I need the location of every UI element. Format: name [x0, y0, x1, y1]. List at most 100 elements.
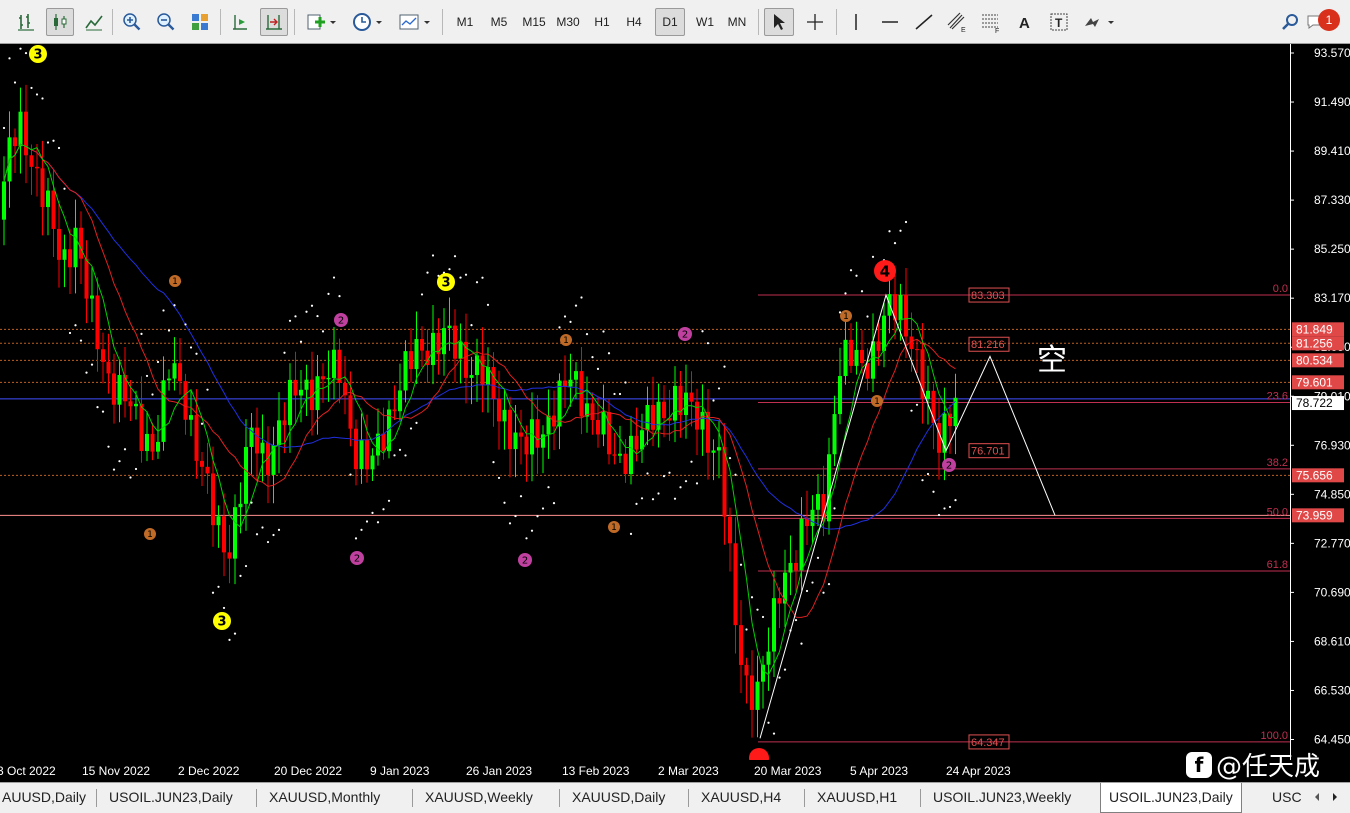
tile-windows-icon[interactable] [186, 8, 214, 36]
candle [739, 600, 743, 694]
timeframe-h1[interactable]: H1 [588, 8, 616, 36]
candle [315, 354, 320, 435]
sar-dot [547, 486, 550, 489]
arrow-shapes-icon[interactable] [1078, 8, 1120, 36]
timeframe-m1[interactable]: M1 [450, 8, 480, 36]
timeframe-m15[interactable]: M15 [518, 8, 550, 36]
tab-usoil-jun23-weekly[interactable]: USOIL.JUN23,Weekly [925, 783, 1079, 811]
wave-label-purple: 2 [942, 458, 956, 472]
candle [62, 234, 67, 288]
main-toolbar: M1 M5 M15 M30 H1 H4 D1 W1 MN E F A T 1 [0, 0, 1350, 44]
sar-dot [745, 628, 748, 631]
search-icon[interactable] [1276, 8, 1304, 36]
time-tick-label: 5 Apr 2023 [850, 764, 909, 778]
candle [293, 351, 298, 423]
sar-dot [816, 556, 820, 559]
timeframe-mn[interactable]: MN [722, 8, 752, 36]
templates-icon[interactable] [394, 8, 436, 36]
wave-label-orange: 1 [560, 334, 572, 346]
candle [453, 309, 457, 383]
sar-dot [24, 51, 28, 55]
sar-dot [508, 522, 512, 525]
sar-dot [415, 421, 418, 424]
tab-xauusd-weekly[interactable]: XAUUSD,Weekly [417, 783, 541, 811]
price-marker-label: 78.722 [1292, 396, 1344, 411]
price-marker-label: 75.656 [1292, 468, 1344, 483]
cursor-icon[interactable] [764, 8, 794, 36]
zoom-in-icon[interactable] [118, 8, 146, 36]
periods-clock-icon[interactable] [348, 8, 388, 36]
zoom-out-icon[interactable] [152, 8, 180, 36]
timeframe-m5[interactable]: M5 [484, 8, 514, 36]
timeframe-h4[interactable]: H4 [620, 8, 648, 36]
candle [475, 338, 479, 402]
sar-dot [778, 676, 781, 679]
sar-dot [525, 537, 528, 540]
horizontal-line-icon[interactable] [876, 8, 904, 36]
trendline-icon[interactable] [910, 8, 938, 36]
tab-auusd-daily[interactable]: AUUSD,Daily [0, 783, 94, 811]
sar-dot [475, 281, 479, 284]
svg-text:E: E [961, 27, 966, 33]
chart-shift-icon[interactable] [260, 8, 288, 36]
svg-text:1: 1 [147, 530, 153, 540]
equidistant-channel-icon[interactable]: E [942, 8, 972, 36]
wave-label-purple: 2 [518, 553, 532, 567]
svg-text:4: 4 [880, 262, 890, 280]
tab-xauusd-h1[interactable]: XAUUSD,H1 [809, 783, 905, 811]
tab-usoil-jun23-daily-active[interactable]: USOIL.JUN23,Daily [1100, 783, 1242, 813]
notification-badge[interactable]: 1 [1318, 9, 1340, 31]
text-label-icon[interactable]: T [1044, 8, 1074, 36]
candle [871, 313, 875, 393]
fib-level-label: 0.0 [1273, 283, 1288, 295]
tab-xauusd-monthly[interactable]: XAUUSD,Monthly [261, 783, 388, 811]
candle [156, 414, 160, 459]
candle [882, 302, 886, 368]
candle [403, 340, 408, 403]
vertical-line-icon[interactable] [842, 8, 870, 36]
ma-mid-line [3, 143, 956, 618]
fib-level-label: 38.2 [1267, 457, 1288, 469]
candle [260, 414, 265, 482]
fib-level-label: 50.0 [1267, 506, 1288, 518]
new-order-icon[interactable] [302, 8, 342, 36]
sar-dot [107, 445, 110, 448]
wave-label-yellow: 3 [29, 45, 47, 63]
timeframe-m30[interactable]: M30 [552, 8, 584, 36]
crosshair-icon[interactable] [800, 8, 830, 36]
time-tick-label: 2 Dec 2022 [178, 764, 240, 778]
tab-xauusd-daily[interactable]: XAUUSD,Daily [564, 783, 673, 811]
svg-text:1: 1 [874, 397, 880, 407]
price-chart[interactable]: 0.0 23.6 38.2 50.0 61.8 100.0 83.303 81.216 76.7… [0, 44, 1290, 760]
sar-dot [184, 323, 187, 326]
sar-dot [871, 255, 875, 258]
tab-scroll-left-icon[interactable] [1310, 787, 1324, 807]
sar-dot [382, 508, 385, 511]
tab-usc[interactable]: USC [1264, 783, 1310, 811]
tab-usoil-jun23-daily[interactable]: USOIL.JUN23,Daily [101, 783, 241, 811]
time-tick-label: 9 Jan 2023 [370, 764, 430, 778]
candle [656, 383, 661, 448]
sar-dot [492, 461, 495, 464]
sar-dot [409, 427, 413, 430]
timeframe-w1[interactable]: W1 [690, 8, 720, 36]
svg-text:2: 2 [522, 556, 528, 567]
sar-dot [932, 490, 935, 493]
candle [332, 327, 336, 400]
candle [607, 399, 611, 465]
sar-dot [734, 473, 737, 476]
candle [700, 384, 705, 456]
fibonacci-icon[interactable]: F [976, 8, 1006, 36]
svg-text:F: F [995, 28, 999, 33]
tab-xauusd-h4[interactable]: XAUUSD,H4 [693, 783, 789, 811]
line-chart-icon[interactable] [80, 8, 108, 36]
timeframe-d1[interactable]: D1 [655, 8, 685, 36]
sar-dot [376, 521, 380, 524]
candlestick-icon[interactable] [46, 8, 74, 36]
bar-chart-icon[interactable] [12, 8, 40, 36]
tab-scroll-right-icon[interactable] [1328, 787, 1342, 807]
text-icon[interactable]: A [1010, 8, 1040, 36]
social-logo-icon: f [1186, 751, 1212, 778]
sar-dot [673, 497, 677, 500]
autoscroll-icon[interactable] [226, 8, 254, 36]
